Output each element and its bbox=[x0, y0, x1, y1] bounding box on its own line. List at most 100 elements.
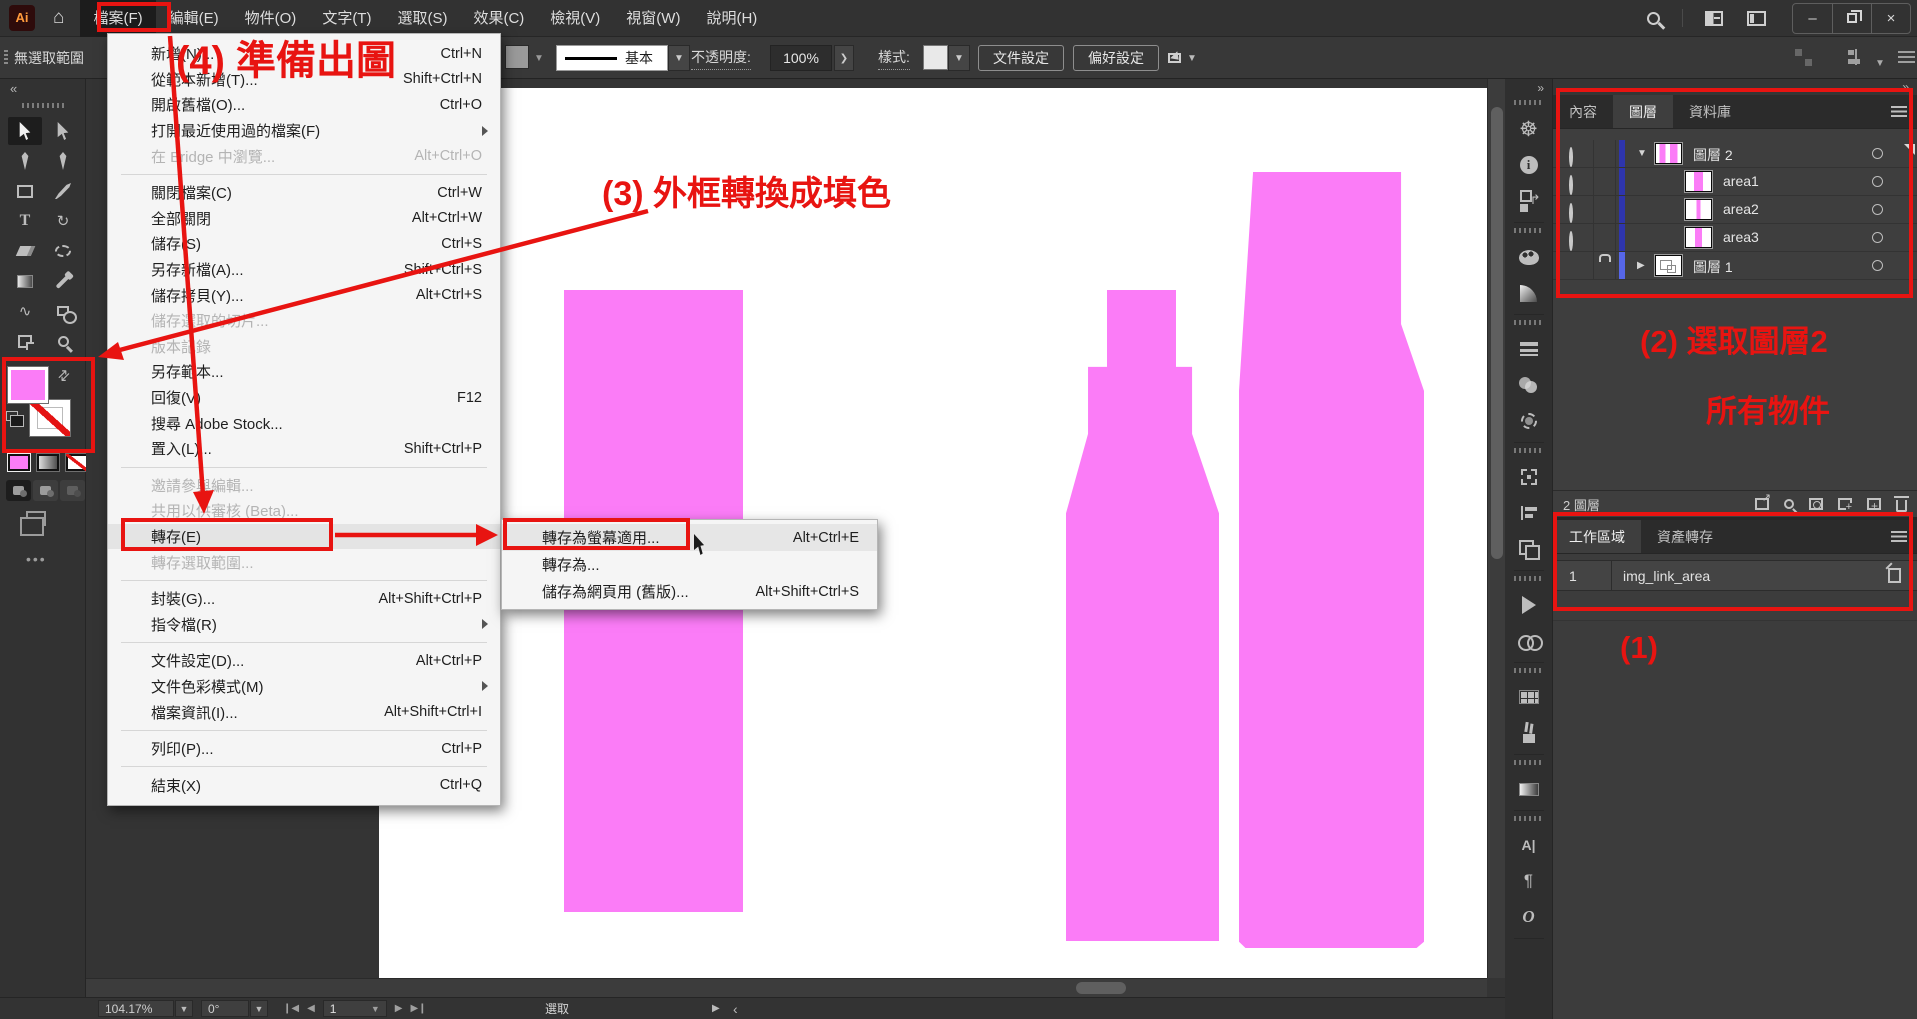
horizontal-scrollbar[interactable] bbox=[86, 978, 1487, 997]
artboard-number-field[interactable]: 1▼ bbox=[323, 1000, 387, 1017]
gradient-mesh-icon[interactable] bbox=[1516, 408, 1542, 434]
menubar-item-編輯E[interactable]: 編輯(E) bbox=[156, 0, 232, 37]
file-menu-item[interactable]: 結束(X)Ctrl+Q bbox=[108, 772, 500, 798]
file-menu-item[interactable]: 列印(P)...Ctrl+P bbox=[108, 736, 500, 762]
target-circle-icon[interactable] bbox=[1872, 176, 1883, 187]
swap-fill-stroke-icon[interactable]: ⇄ bbox=[54, 365, 74, 385]
file-menu-item[interactable]: 開啟舊檔(O)...Ctrl+O bbox=[108, 92, 500, 118]
close-button[interactable]: × bbox=[1871, 4, 1910, 33]
delete-layer-icon[interactable] bbox=[1896, 500, 1907, 512]
info-icon[interactable]: i bbox=[1516, 152, 1542, 178]
menubar-item-文字T[interactable]: 文字(T) bbox=[309, 0, 384, 37]
eraser-tool[interactable] bbox=[8, 237, 42, 265]
status-expand-icon[interactable]: ▶ bbox=[712, 1000, 720, 1017]
file-menu-item[interactable]: 檔案資訊(I)...Alt+Shift+Ctrl+I bbox=[108, 699, 500, 725]
expand-chevron-icon[interactable]: ▶ bbox=[1637, 260, 1645, 271]
layer-name[interactable]: area1 bbox=[1723, 173, 1759, 189]
menubar-item-檔案F[interactable]: 檔案(F) bbox=[80, 0, 155, 37]
workspace-switcher-icon[interactable] bbox=[1705, 11, 1723, 26]
magenta-bottle-large[interactable] bbox=[1239, 172, 1424, 948]
file-menu-item[interactable]: 轉存(E) bbox=[108, 524, 500, 550]
artboard-options-icon[interactable] bbox=[1888, 568, 1901, 583]
stroke-color-swatch[interactable] bbox=[505, 45, 529, 69]
dock-group-grip[interactable] bbox=[1514, 576, 1544, 581]
align-icon[interactable] bbox=[1516, 500, 1542, 526]
layer-name[interactable]: area3 bbox=[1723, 229, 1759, 245]
export-submenu-item[interactable]: 儲存為網頁用 (舊版)...Alt+Shift+Ctrl+S bbox=[502, 578, 877, 605]
layer-row-圖層-2[interactable]: ▼圖層 2 bbox=[1553, 140, 1917, 168]
curvature-tool[interactable] bbox=[46, 147, 80, 175]
menubar-item-選取S[interactable]: 選取(S) bbox=[384, 0, 460, 37]
target-circle-icon[interactable] bbox=[1872, 148, 1883, 159]
layer-row-area1[interactable]: area1 bbox=[1553, 168, 1917, 196]
stroke-color-swatch-none[interactable] bbox=[29, 399, 71, 437]
visibility-eye-icon[interactable] bbox=[1569, 149, 1573, 165]
previous-artboard-icon[interactable]: ◀ bbox=[307, 1003, 315, 1014]
type-tool[interactable]: T bbox=[8, 207, 42, 235]
collapse-panel-icon[interactable]: » bbox=[1902, 80, 1909, 94]
menubar-item-檢視V[interactable]: 檢視(V) bbox=[537, 0, 613, 37]
target-circle-icon[interactable] bbox=[1872, 232, 1883, 243]
chevron-down-icon[interactable]: ▼ bbox=[531, 45, 547, 71]
gradient-tool[interactable] bbox=[8, 267, 42, 295]
layer-row-area2[interactable]: area2 bbox=[1553, 196, 1917, 224]
layer-thumbnail[interactable] bbox=[1685, 227, 1712, 248]
paragraph-icon[interactable]: ¶ bbox=[1516, 868, 1542, 894]
horizontal-scroll-thumb[interactable] bbox=[1076, 982, 1126, 994]
make-clipping-mask-icon[interactable] bbox=[1809, 498, 1823, 510]
dock-group-grip[interactable] bbox=[1514, 448, 1544, 453]
zoom-chevron-icon[interactable]: ▼ bbox=[175, 1000, 193, 1017]
dock-group-grip[interactable] bbox=[1514, 760, 1544, 765]
color-mode-button[interactable] bbox=[7, 453, 31, 472]
next-artboard-icon[interactable]: ▶ bbox=[395, 1003, 403, 1014]
dock-group-grip[interactable] bbox=[1514, 668, 1544, 673]
collect-for-export-icon[interactable] bbox=[1755, 498, 1769, 510]
file-menu-item[interactable]: 打開最近使用過的檔案(F) bbox=[108, 118, 500, 144]
file-menu-item[interactable]: 從範本新增(T)...Shift+Ctrl+N bbox=[108, 67, 500, 93]
search-icon[interactable] bbox=[1647, 12, 1660, 25]
fill-color-swatch[interactable] bbox=[7, 366, 49, 404]
document-setup-button[interactable]: 文件設定 bbox=[978, 45, 1064, 71]
locate-object-icon[interactable] bbox=[1784, 499, 1794, 509]
layer-thumbnail[interactable] bbox=[1685, 171, 1712, 192]
style-dropdown-chevron-icon[interactable]: ▼ bbox=[948, 45, 970, 71]
home-icon[interactable]: ⌂ bbox=[53, 7, 64, 29]
draw-inside-button[interactable] bbox=[60, 480, 85, 501]
minimize-button[interactable]: – bbox=[1793, 4, 1832, 33]
file-menu-item[interactable]: 指令檔(R) bbox=[108, 611, 500, 637]
file-menu-item[interactable]: 儲存拷貝(Y)...Alt+Ctrl+S bbox=[108, 282, 500, 308]
rotation-chevron-icon[interactable]: ▼ bbox=[250, 1000, 268, 1017]
layer-row-area3[interactable]: area3 bbox=[1553, 224, 1917, 252]
panel-menu-burger-icon[interactable] bbox=[1891, 106, 1907, 117]
gradient-mode-button[interactable] bbox=[36, 453, 60, 472]
file-menu-item[interactable]: 置入(L)...Shift+Ctrl+P bbox=[108, 436, 500, 462]
control-bar-grip[interactable] bbox=[4, 50, 8, 66]
paintbrush-tool[interactable] bbox=[46, 177, 80, 205]
default-fill-stroke-icon[interactable] bbox=[6, 411, 18, 421]
warp-tool[interactable]: ∿ bbox=[8, 297, 42, 325]
new-sublayer-icon[interactable] bbox=[1838, 498, 1852, 510]
selection-tool[interactable] bbox=[8, 117, 42, 145]
target-circle-icon[interactable] bbox=[1872, 260, 1883, 271]
new-layer-icon[interactable] bbox=[1867, 498, 1881, 510]
draw-behind-button[interactable] bbox=[33, 480, 58, 501]
layer-thumbnail[interactable] bbox=[1655, 255, 1682, 276]
align-chevron-icon[interactable]: ▼ bbox=[1872, 50, 1888, 76]
shape-builder-tool[interactable] bbox=[46, 297, 80, 325]
file-menu-item[interactable]: 回復(V)F12 bbox=[108, 385, 500, 411]
screen-mode-icon[interactable] bbox=[26, 511, 46, 526]
opentype-icon[interactable]: O bbox=[1516, 904, 1542, 930]
zoom-level-field[interactable]: 104.17% bbox=[98, 1000, 174, 1017]
opacity-value-field[interactable]: 100% bbox=[770, 45, 832, 71]
swatches-icon[interactable] bbox=[1516, 684, 1542, 710]
collapse-toolbar-icon[interactable]: « bbox=[10, 81, 17, 96]
zoom-tool[interactable] bbox=[46, 327, 80, 355]
export-submenu-item[interactable]: 轉存為螢幕適用...Alt+Ctrl+E bbox=[502, 524, 877, 551]
style-swatch[interactable] bbox=[923, 45, 948, 70]
brush-definition-dropdown[interactable]: 基本 bbox=[556, 45, 668, 71]
draw-normal-button[interactable] bbox=[6, 480, 31, 501]
artboard-row-name[interactable]: img_link_area bbox=[1623, 568, 1710, 584]
restore-button[interactable] bbox=[1832, 4, 1871, 33]
file-menu-item[interactable]: 文件色彩模式(M) bbox=[108, 674, 500, 700]
lasso-tool[interactable] bbox=[46, 237, 80, 265]
